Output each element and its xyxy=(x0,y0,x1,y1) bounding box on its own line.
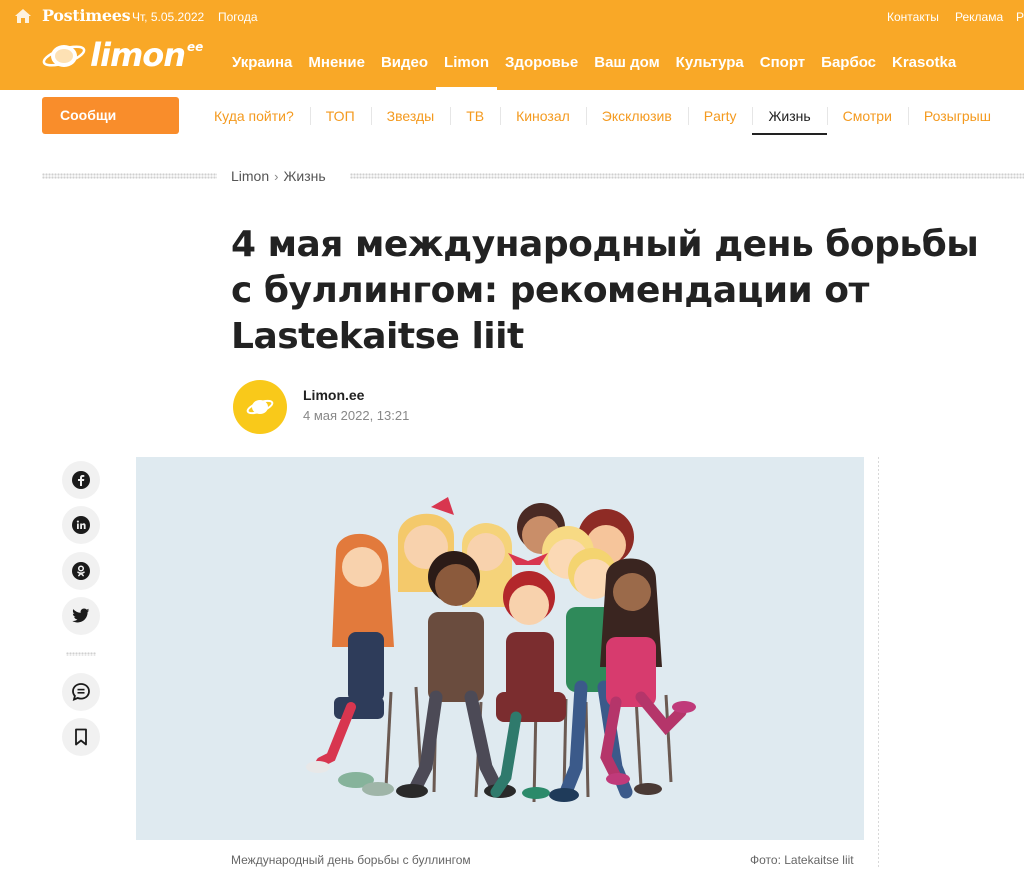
comments-button[interactable] xyxy=(62,673,100,711)
breadcrumb: Limon › Жизнь xyxy=(231,168,326,184)
current-date: Чт, 5.05.2022 xyxy=(132,10,205,24)
bookmark-icon xyxy=(75,728,87,746)
sub-nav-bar: Сообщи Куда пойти? ТОП Звезды ТВ Кинозал Экск… xyxy=(0,90,1024,142)
advertising-link[interactable]: Реклама xyxy=(955,10,1003,24)
main-nav: Украина Мнение Видео Limon Здоровье Ваш дом Ку… xyxy=(224,50,964,90)
weather-link[interactable]: Погода xyxy=(218,10,258,24)
limon-logo-icon xyxy=(42,45,86,67)
report-news-button[interactable]: Сообщи xyxy=(42,97,179,134)
sub-nav-item[interactable]: Розыгрыш xyxy=(907,90,1007,142)
children-group-illustration xyxy=(306,497,696,803)
author-avatar[interactable] xyxy=(233,380,287,434)
main-nav-item[interactable]: Krasotka xyxy=(884,50,964,80)
image-caption: Международный день борьбы с буллингом xyxy=(231,853,471,867)
article-title: 4 мая международный день борьбы с буллин… xyxy=(231,224,979,357)
linkedin-icon xyxy=(72,516,90,534)
photo-credit: Фото: Latekaitse liit xyxy=(750,853,854,867)
logo-text: limon xyxy=(90,36,186,74)
sub-nav-item[interactable]: ТОП xyxy=(309,90,371,142)
breadcrumb-chevron-icon: › xyxy=(274,168,279,184)
bookmark-button[interactable] xyxy=(62,718,100,756)
main-nav-item[interactable]: Видео xyxy=(373,50,436,80)
share-odnoklassniki-button[interactable] xyxy=(62,552,100,590)
odnoklassniki-icon xyxy=(72,562,90,580)
sub-nav-item[interactable]: Куда пойти? xyxy=(198,90,310,142)
main-nav-item[interactable]: Ваш дом xyxy=(586,50,667,80)
main-nav-item[interactable]: Украина xyxy=(224,50,300,80)
twitter-icon xyxy=(72,608,90,623)
sub-nav-item[interactable]: Кинозал xyxy=(500,90,586,142)
sub-nav-item[interactable]: Жизнь xyxy=(752,90,827,142)
breadcrumb-divider-right xyxy=(350,173,1024,179)
contacts-link[interactable]: Контакты xyxy=(887,10,939,24)
main-nav-item[interactable]: Барбос xyxy=(813,50,884,80)
main-nav-item[interactable]: Культура xyxy=(668,50,752,80)
sub-nav-item[interactable]: Смотри xyxy=(826,90,908,142)
home-icon[interactable] xyxy=(14,8,32,24)
article-hero-image[interactable] xyxy=(136,457,864,840)
sub-nav-item[interactable]: Эксклюзив xyxy=(585,90,688,142)
sub-nav-item[interactable]: Party xyxy=(687,90,753,142)
breadcrumb-root[interactable]: Limon xyxy=(231,168,269,184)
main-nav-item[interactable]: Мнение xyxy=(300,50,373,80)
sub-nav: Куда пойти? ТОП Звезды ТВ Кинозал Эксклюзив Pa… xyxy=(198,90,1007,142)
share-divider xyxy=(66,652,96,656)
top-bar: Postimees Чт, 5.05.2022 Погода Контакты … xyxy=(0,0,1024,34)
site-header: Postimees Чт, 5.05.2022 Погода Контакты … xyxy=(0,0,1024,90)
comments-icon xyxy=(72,683,90,701)
main-nav-item[interactable]: Спорт xyxy=(752,50,813,80)
postimees-more-link[interactable]: Po xyxy=(1016,10,1024,24)
main-nav-item[interactable]: Здоровье xyxy=(497,50,586,80)
author-name[interactable]: Limon.ee xyxy=(303,387,364,403)
logo-suffix: ee xyxy=(187,40,204,54)
main-nav-item[interactable]: Limon xyxy=(436,50,498,90)
share-twitter-button[interactable] xyxy=(62,597,100,635)
content-divider xyxy=(878,457,879,869)
breadcrumb-current[interactable]: Жизнь xyxy=(283,168,325,184)
sub-nav-item[interactable]: Звезды xyxy=(370,90,451,142)
share-facebook-button[interactable] xyxy=(62,461,100,499)
publish-date: 4 мая 2022, 13:21 xyxy=(303,408,410,423)
postimees-brand-link[interactable]: Postimees xyxy=(42,6,131,25)
limon-logo[interactable]: limon ee xyxy=(42,36,212,76)
facebook-icon xyxy=(72,471,90,489)
sub-nav-item[interactable]: ТВ xyxy=(450,90,500,142)
limon-avatar-icon xyxy=(246,399,274,415)
breadcrumb-divider-left xyxy=(42,173,217,179)
share-linkedin-button[interactable] xyxy=(62,506,100,544)
